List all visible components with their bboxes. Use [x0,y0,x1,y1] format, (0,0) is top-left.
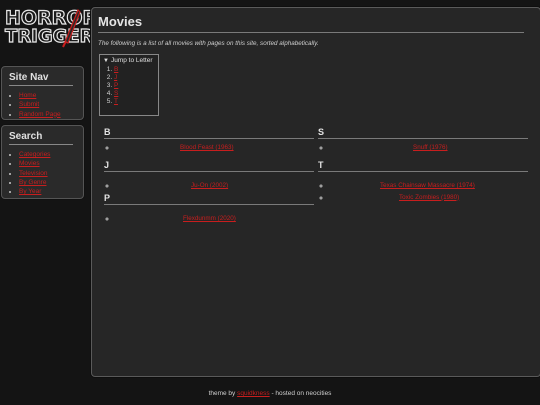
site-nav-item: Random Page [19,110,83,119]
movie-link[interactable]: Ju-On (2002) [191,180,228,191]
search-item: Categories [19,150,83,159]
site-nav-item: Submit [19,100,83,109]
search-item: By Year [19,187,83,196]
section-p: P Flexdunmm (2020) [104,193,314,224]
jump-to-letter[interactable]: ▼Jump to Letter B J P S T [99,54,159,116]
section-s: S Snuff (1976) [318,127,528,153]
movie-list: Snuff (1976) [330,142,528,153]
list-item: Blood Feast (1963) [116,142,314,153]
triangle-down-icon: ▼ [103,58,109,64]
jump-link-t[interactable]: T [114,98,118,105]
search-item: Movies [19,159,83,168]
search-title: Search [9,131,73,145]
site-nav-item: Home [19,91,83,100]
movie-list: Flexdunmm (2020) [116,213,314,224]
jump-link-b[interactable]: B [114,66,118,73]
search-item: By Genre [19,178,83,187]
list-item: Snuff (1976) [330,142,528,153]
search-link-categories[interactable]: Categories [19,151,50,158]
theme-author-link[interactable]: squidkness [237,390,270,397]
jump-item: T [114,98,158,106]
site-nav-panel: Site Nav Home Submit Random Page [1,66,84,120]
movie-link[interactable]: Toxic Zombies (1980) [399,192,459,204]
movie-link[interactable]: Flexdunmm (2020) [183,213,236,224]
nav-link-home[interactable]: Home [19,92,36,99]
search-item: Television [19,169,83,178]
search-link-movies[interactable]: Movies [19,160,40,167]
jump-item: J [114,74,158,82]
page-title: Movies [98,14,524,33]
jump-letter-list: B J P S T [114,66,158,106]
search-list: Categories Movies Television By Genre By… [19,150,83,196]
movie-link[interactable]: Snuff (1976) [413,142,448,153]
nav-link-submit[interactable]: Submit [19,101,39,108]
list-item: Ju-On (2002) [116,180,314,191]
jump-item: B [114,66,158,74]
jump-link-p[interactable]: P [114,82,118,89]
search-panel: Search Categories Movies Television By G… [1,125,84,199]
site-logo[interactable]: HORROR TRIGGER [3,6,97,50]
movie-list: Blood Feast (1963) [116,142,314,153]
list-item: Texas Chainsaw Massacre (1974) [330,180,528,192]
section-heading: B [104,127,314,139]
footer-prefix: theme by [208,390,238,397]
footer-suffix: - hosted on neocities [269,390,332,397]
section-heading: S [318,127,528,139]
knife-icon [62,8,81,48]
movie-list: Ju-On (2002) [116,180,314,191]
section-b: B Blood Feast (1963) [104,127,314,153]
jump-link-j[interactable]: J [114,74,117,81]
main-panel: Movies The following is a list of all mo… [91,7,540,377]
jump-summary[interactable]: ▼ Jump to Letter [103,57,158,64]
search-link-by-year[interactable]: By Year [19,188,41,195]
jump-item: S [114,90,158,98]
intro-text: The following is a list of all movies wi… [98,40,319,47]
section-j: J Ju-On (2002) [104,160,314,191]
footer: theme by squidkness - hosted on neocitie… [0,390,540,397]
movie-link[interactable]: Texas Chainsaw Massacre (1974) [380,180,475,192]
list-item: Flexdunmm (2020) [116,213,314,224]
movie-list: Texas Chainsaw Massacre (1974) Toxic Zom… [330,180,528,203]
site-nav-title: Site Nav [9,72,73,86]
nav-link-random-page[interactable]: Random Page [19,111,61,118]
section-heading: T [318,160,528,172]
section-t: T Texas Chainsaw Massacre (1974) Toxic Z… [318,160,528,203]
jump-link-s[interactable]: S [114,90,118,97]
search-link-television[interactable]: Television [19,170,48,177]
section-heading: P [104,193,314,205]
site-nav-list: Home Submit Random Page [19,91,83,119]
jump-label: Jump to Letter [110,57,153,64]
movie-link[interactable]: Blood Feast (1963) [180,142,234,153]
list-item: Toxic Zombies (1980) [330,192,528,204]
section-heading: J [104,160,314,172]
jump-item: P [114,82,158,90]
search-link-by-genre[interactable]: By Genre [19,179,46,186]
